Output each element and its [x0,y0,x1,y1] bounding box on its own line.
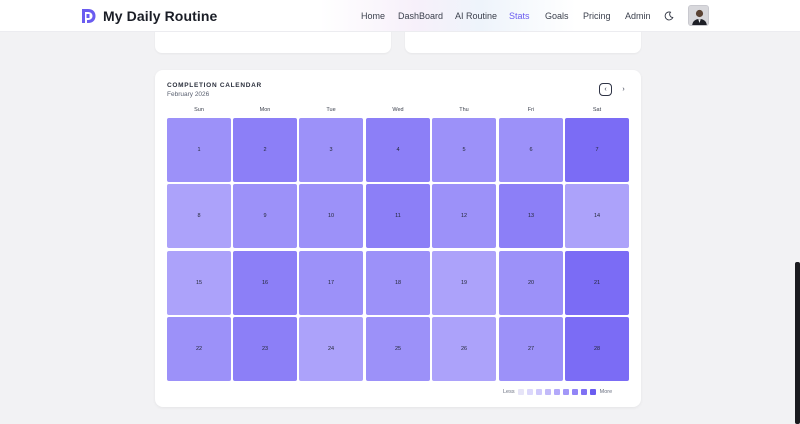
legend-swatch-6 [571,389,578,395]
calendar-day-19[interactable]: 19 [432,251,496,315]
chevron-left-icon: ‹ [604,86,607,93]
moon-icon [664,11,674,21]
calendar-day-4[interactable]: 4 [366,118,430,182]
nav-link-pricing[interactable]: Pricing [583,11,611,21]
brand[interactable]: My Daily Routine [80,7,217,25]
calendar-day-2[interactable]: 2 [233,118,297,182]
nav-link-goals[interactable]: Goals [545,11,569,21]
calendar-title: COMPLETION CALENDAR [167,82,262,89]
navbar: My Daily Routine Home DashBoard AI Routi… [0,0,800,32]
next-month-button[interactable]: › [617,83,630,96]
calendar-day-15[interactable]: 15 [167,251,231,315]
weekday-mon: Mon [259,107,271,113]
calendar-day-7[interactable]: 7 [565,118,629,182]
weekday-fri: Fri [527,107,535,113]
app-logo-icon [82,9,96,23]
calendar-day-14[interactable]: 14 [565,184,629,248]
legend-swatch-4 [553,389,560,395]
nav-link-ai-routine[interactable]: AI Routine [455,11,497,21]
calendar-day-25[interactable]: 25 [366,317,430,381]
calendar-day-6[interactable]: 6 [499,118,563,182]
calendar-day-24[interactable]: 24 [299,317,363,381]
theme-toggle-button[interactable] [660,7,678,25]
calendar-day-3[interactable]: 3 [299,118,363,182]
calendar-day-28[interactable]: 28 [565,317,629,381]
calendar-day-21[interactable]: 21 [565,251,629,315]
weekday-sat: Sat [592,107,602,113]
calendar-day-5[interactable]: 5 [432,118,496,182]
calendar-day-26[interactable]: 26 [432,317,496,381]
legend-swatch-1 [526,389,533,395]
calendar-month: February 2026 [167,91,210,98]
calendar-day-23[interactable]: 23 [233,317,297,381]
calendar-day-16[interactable]: 16 [233,251,297,315]
calendar-day-1[interactable]: 1 [167,118,231,182]
calendar-day-20[interactable]: 20 [499,251,563,315]
legend-more-label: More [599,389,613,395]
nav-link-home[interactable]: Home [361,11,385,21]
calendar-day-17[interactable]: 17 [299,251,363,315]
weekday-wed: Wed [392,107,404,113]
avatar-image [689,6,708,25]
calendar-day-18[interactable]: 18 [366,251,430,315]
legend-swatch-0 [517,389,524,395]
calendar-day-9[interactable]: 9 [233,184,297,248]
app-title: My Daily Routine [103,8,218,24]
legend-swatch-7 [580,389,587,395]
nav-link-stats[interactable]: Stats [509,11,530,21]
calendar-day-10[interactable]: 10 [299,184,363,248]
prev-month-button[interactable]: ‹ [599,83,612,96]
nav-link-admin[interactable]: Admin [625,11,651,21]
calendar-day-12[interactable]: 12 [432,184,496,248]
legend-less-label: Less [503,389,515,395]
weekday-thu: Thu [459,107,469,113]
legend-swatch-3 [544,389,551,395]
legend-swatch-8 [589,389,596,395]
scrollbar-thumb[interactable] [795,262,800,424]
nav-link-dashboard[interactable]: DashBoard [398,11,443,21]
legend-swatch-2 [535,389,542,395]
weekday-tue: Tue [326,107,336,113]
calendar-day-27[interactable]: 27 [499,317,563,381]
calendar-day-11[interactable]: 11 [366,184,430,248]
legend-scale [515,389,596,395]
calendar-legend: Less More [503,388,612,396]
calendar-day-13[interactable]: 13 [499,184,563,248]
user-avatar[interactable] [688,5,709,26]
completion-calendar-card: COMPLETION CALENDAR February 2026 ‹ › Su… [155,70,641,407]
weekday-sun: Sun [194,107,204,113]
chevron-right-icon: › [622,86,625,93]
calendar-day-8[interactable]: 8 [167,184,231,248]
legend-swatch-5 [562,389,569,395]
calendar-day-22[interactable]: 22 [167,317,231,381]
